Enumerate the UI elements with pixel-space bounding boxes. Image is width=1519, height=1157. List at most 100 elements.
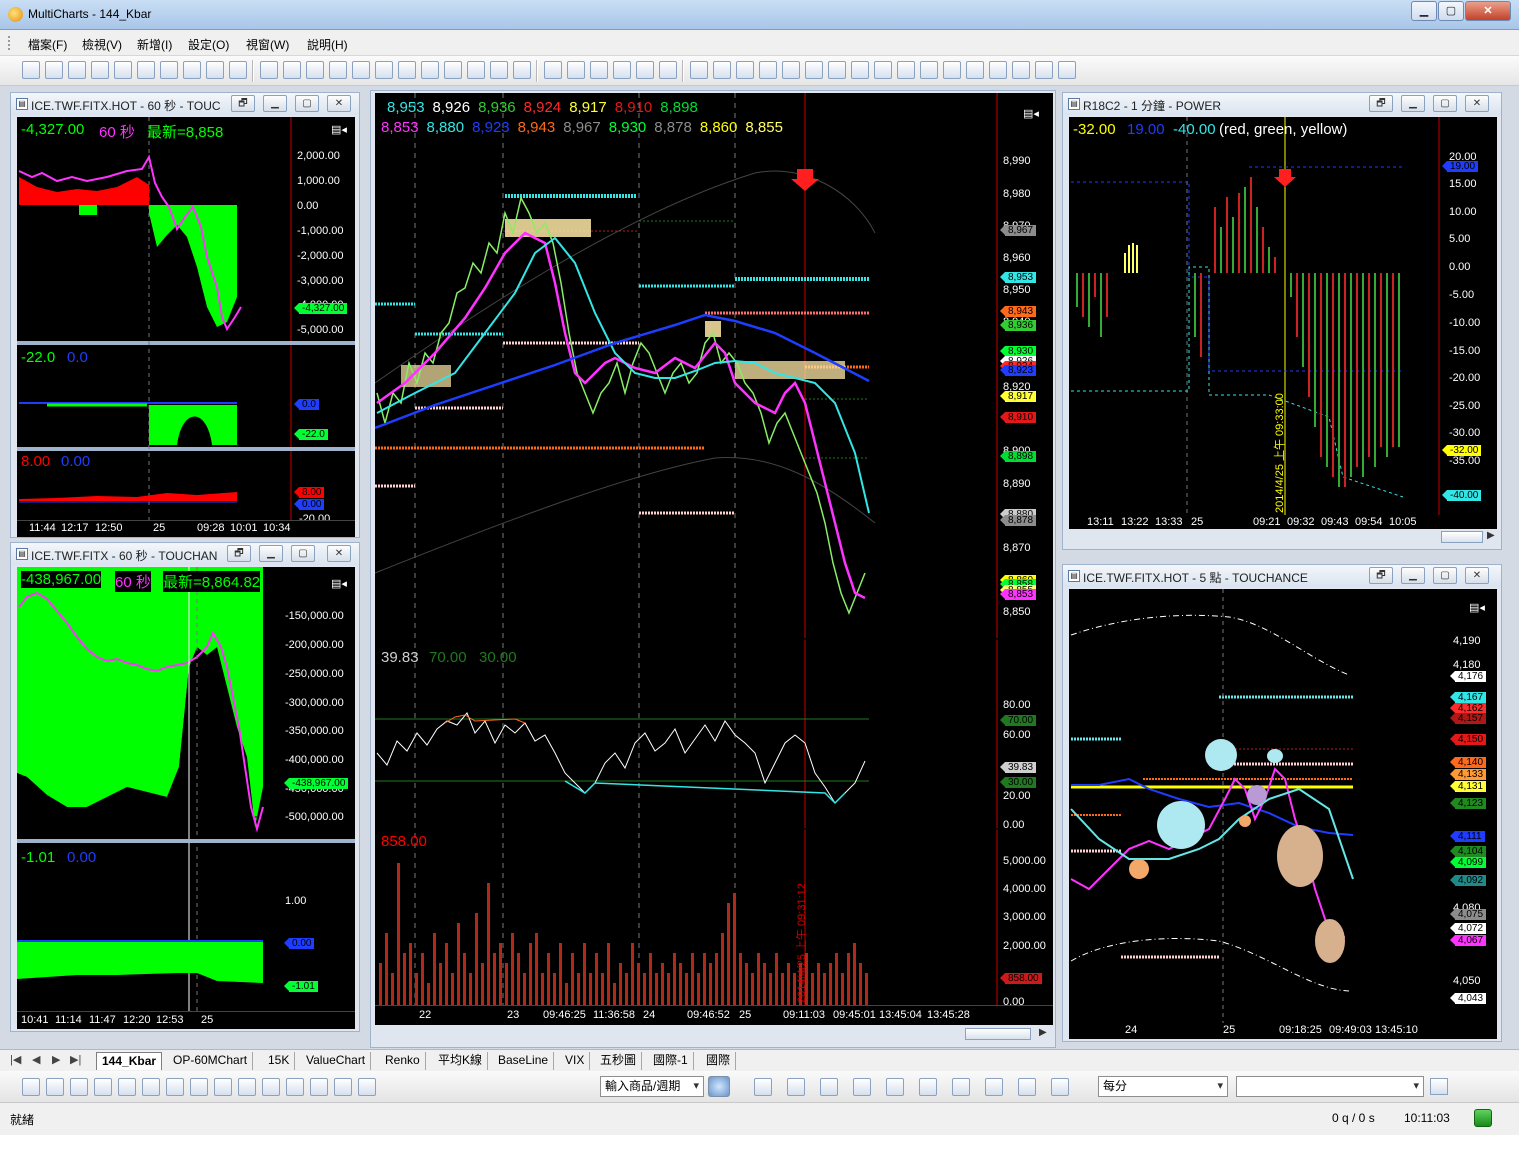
nav-j-icon[interactable] (897, 61, 915, 79)
close-window-icon[interactable] (91, 61, 109, 79)
draw-icon[interactable] (352, 61, 370, 79)
menu-settings[interactable]: 設定(O) (188, 36, 229, 53)
tab-144-kbar[interactable]: 144_Kbar (96, 1052, 163, 1070)
magnet-tool-icon[interactable] (334, 1078, 352, 1096)
indicator-icon[interactable] (853, 1078, 871, 1096)
cursor-icon[interactable] (467, 61, 485, 79)
new-chart-icon[interactable] (22, 61, 40, 79)
nav-n-icon[interactable] (989, 61, 1007, 79)
maximize-button[interactable]: ▢ (1438, 1, 1464, 21)
window-e-icon[interactable] (636, 61, 654, 79)
panel-menu-icon[interactable]: ▤◂ (331, 123, 347, 136)
window-a-icon[interactable] (544, 61, 562, 79)
open-icon[interactable] (45, 61, 63, 79)
chart-close-button[interactable]: ✕ (327, 545, 351, 562)
chart-settings-button[interactable]: 🗗 (1369, 567, 1393, 584)
chart-window-left-bottom[interactable]: ▤ ICE.TWF.FITX - 60 秒 - TOUCHAN 🗗 ▁ ▢ ✕ … (10, 542, 360, 1032)
tab-vix[interactable]: VIX (560, 1052, 591, 1070)
chart-window-header[interactable]: ▤ R18C2 - 1 分鐘 - POWER 🗗 ▁ ▢ ✕ (1063, 93, 1501, 115)
angle-tool-icon[interactable] (190, 1078, 208, 1096)
nav-l-icon[interactable] (943, 61, 961, 79)
text-tool-icon[interactable] (214, 1078, 232, 1096)
chart-window-header[interactable]: ▤ ICE.TWF.FITX.HOT - 5 點 - TOUCHANCE 🗗 ▁… (1063, 565, 1501, 587)
chart-window-header[interactable]: ▤ ICE.TWF.FITX.HOT - 60 秒 - TOUC 🗗 ▁ ▢ ✕ (11, 93, 359, 115)
chart-maximize-button[interactable]: ▢ (1433, 567, 1457, 584)
volume-icon[interactable] (787, 1078, 805, 1096)
tab-international-1[interactable]: 國際-1 (648, 1052, 694, 1070)
tab-heikin-ashi[interactable]: 平均K線 (433, 1052, 489, 1070)
minimize-button[interactable]: ▁ (1411, 1, 1437, 21)
chart-panel[interactable]: -4,327.00 60 秒 最新=8,858 ▤◂ 2,000.00 1,00… (17, 117, 355, 537)
chart-window-right-bottom[interactable]: ▤ ICE.TWF.FITX.HOT - 5 點 - TOUCHANCE 🗗 ▁… (1062, 564, 1502, 1042)
arrow-icon[interactable] (444, 61, 462, 79)
menu-help[interactable]: 說明(H) (307, 36, 348, 53)
scrollbar-thumb[interactable] (1441, 531, 1483, 543)
line-tool-icon[interactable] (283, 61, 301, 79)
horizontal-scrollbar[interactable]: ▶ (1069, 529, 1497, 545)
chart-settings-button[interactable]: 🗗 (1369, 95, 1393, 112)
tick-icon[interactable] (260, 61, 278, 79)
export-d-icon[interactable] (1018, 1078, 1036, 1096)
nav-b-icon[interactable] (713, 61, 731, 79)
chart-close-button[interactable]: ✕ (1465, 95, 1489, 112)
export-e-icon[interactable] (1051, 1078, 1069, 1096)
chart-b-icon[interactable] (137, 61, 155, 79)
chart-window-header[interactable]: ▤ ICE.TWF.FITX - 60 秒 - TOUCHAN 🗗 ▁ ▢ ✕ (11, 543, 359, 565)
menu-view[interactable]: 檢視(V) (82, 36, 122, 53)
window-c-icon[interactable] (590, 61, 608, 79)
nav-f-icon[interactable] (805, 61, 823, 79)
nav-i-icon[interactable] (874, 61, 892, 79)
search-globe-icon[interactable] (708, 1076, 730, 1097)
export-b-icon[interactable] (952, 1078, 970, 1096)
nav-o-icon[interactable] (1012, 61, 1030, 79)
vertical-line-tool-icon[interactable] (70, 1078, 88, 1096)
tab-last-icon[interactable]: ▶| (70, 1053, 81, 1066)
chart-window-right-top[interactable]: ▤ R18C2 - 1 分鐘 - POWER 🗗 ▁ ▢ ✕ -32.00 19… (1062, 92, 1502, 550)
chart-close-button[interactable]: ✕ (327, 95, 351, 112)
resolution-select[interactable]: 每分 (1098, 1076, 1228, 1097)
window-f-icon[interactable] (659, 61, 677, 79)
menu-file[interactable]: 檔案(F) (28, 36, 67, 53)
scroll-icon[interactable] (398, 61, 416, 79)
chart-panel[interactable]: -438,967.00 60 秒 最新=8,864.82 ▤◂ -150,000… (17, 567, 355, 1029)
rect-tool-icon[interactable] (238, 1078, 256, 1096)
channel-tool-icon[interactable] (166, 1078, 184, 1096)
trendline-tool-icon[interactable] (22, 1078, 40, 1096)
scroll-right-icon[interactable]: ▶ (1039, 1027, 1047, 1038)
panel-menu-icon[interactable]: ▤◂ (1023, 107, 1039, 120)
chart-window-center[interactable]: 8,953 8,926 8,936 8,924 8,917 8,910 8,898 8,85… (370, 90, 1056, 1048)
nav-h-icon[interactable] (851, 61, 869, 79)
chart-settings-button[interactable]: 🗗 (227, 545, 251, 562)
tab-renko[interactable]: Renko (380, 1052, 426, 1070)
tab-baseline[interactable]: BaseLine (493, 1052, 555, 1070)
nav-c-icon[interactable] (736, 61, 754, 79)
tab-15k[interactable]: 15K (263, 1052, 296, 1070)
tab-op-60mchart[interactable]: OP-60MChart (168, 1052, 254, 1070)
fib-c-tool-icon[interactable] (142, 1078, 160, 1096)
chart-maximize-button[interactable]: ▢ (295, 95, 319, 112)
close-button[interactable]: ✕ (1465, 1, 1511, 21)
horizontal-line-tool-icon[interactable] (46, 1078, 64, 1096)
horizontal-scrollbar[interactable]: ▶ (375, 1025, 1053, 1043)
tab-first-icon[interactable]: |◀ (10, 1053, 21, 1066)
nav-g-icon[interactable] (828, 61, 846, 79)
chart-settings-button[interactable]: 🗗 (231, 95, 255, 112)
chart-minimize-button[interactable]: ▁ (1401, 567, 1425, 584)
tab-five-second[interactable]: 五秒圖 (595, 1052, 643, 1070)
tab-next-icon[interactable]: ▶ (52, 1053, 60, 1066)
tab-valuechart[interactable]: ValueChart (301, 1052, 372, 1070)
chart-d-icon[interactable] (183, 61, 201, 79)
nav-e-icon[interactable] (782, 61, 800, 79)
nav-q-icon[interactable] (1058, 61, 1076, 79)
chart-panel[interactable]: ▤◂ 4,190 4,180 4,080 4,050 4,176 4,167 4,1… (1069, 589, 1497, 1039)
menu-insert[interactable]: 新增(I) (137, 36, 172, 53)
chart-minimize-button[interactable]: ▁ (1401, 95, 1425, 112)
bar-icon[interactable] (329, 61, 347, 79)
ellipse-tool-icon[interactable] (262, 1078, 280, 1096)
zoom-icon[interactable] (421, 61, 439, 79)
chart-window-left-top[interactable]: ▤ ICE.TWF.FITX.HOT - 60 秒 - TOUC 🗗 ▁ ▢ ✕ (10, 92, 360, 538)
export-c-icon[interactable] (985, 1078, 1003, 1096)
study-select[interactable] (1236, 1076, 1424, 1097)
nav-m-icon[interactable] (966, 61, 984, 79)
tab-international[interactable]: 國際 (701, 1052, 737, 1070)
